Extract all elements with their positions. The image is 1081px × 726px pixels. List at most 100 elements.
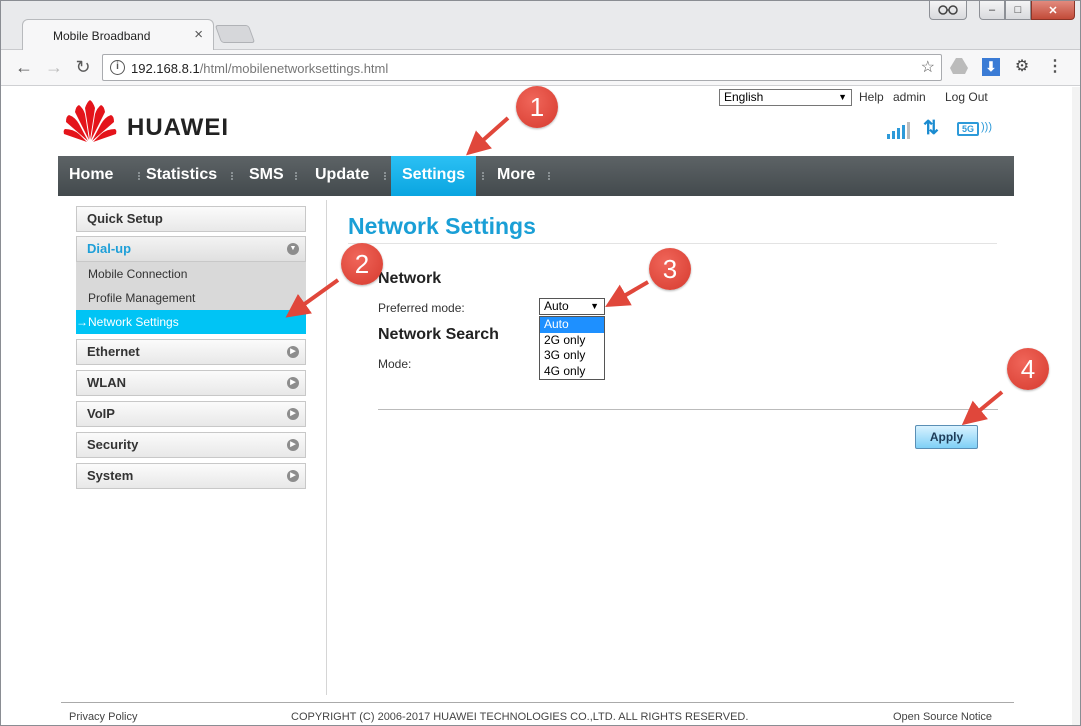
- browser-tabstrip: Mobile Broadband × – □ ✕: [0, 0, 1081, 50]
- nav-update[interactable]: Update: [315, 156, 369, 196]
- url-text: 192.168.8.1/html/mobilenetworksettings.h…: [131, 61, 388, 76]
- nav-separator: [548, 172, 550, 180]
- sidebar-item-label: System: [87, 468, 134, 483]
- nav-more[interactable]: More: [497, 156, 535, 196]
- sidebar-item-label: Dial-up: [87, 241, 132, 256]
- close-window-button[interactable]: ✕: [1031, 0, 1075, 20]
- nav-home[interactable]: Home: [69, 156, 113, 196]
- maximize-button[interactable]: □: [1005, 0, 1031, 20]
- forward-button[interactable]: →: [43, 56, 65, 78]
- 5g-network-icon: 5G: [957, 122, 979, 136]
- dialup-submenu: Mobile Connection Profile Management →Ne…: [76, 262, 306, 334]
- nav-sms[interactable]: SMS: [249, 156, 284, 196]
- tab-close-icon[interactable]: ×: [194, 26, 203, 43]
- sidebar-item-label: VoIP: [87, 406, 115, 421]
- chevron-right-icon: ▶: [287, 408, 299, 420]
- sidebar-item-label: Ethernet: [87, 344, 140, 359]
- minimize-button[interactable]: –: [979, 0, 1005, 20]
- mode-option-auto[interactable]: Auto: [540, 317, 604, 333]
- preferred-mode-dropdown: Auto 2G only 3G only 4G only: [539, 316, 605, 380]
- sidebar-item-wlan[interactable]: WLAN ▶: [76, 370, 306, 396]
- browser-toolbar: ← → ↻ i 192.168.8.1/html/mobilenetworkse…: [1, 50, 1080, 86]
- preferred-mode-label: Preferred mode:: [378, 301, 465, 315]
- logout-link[interactable]: Log Out: [945, 90, 988, 104]
- page-title: Network Settings: [348, 213, 536, 239]
- url-path: /html/mobilenetworksettings.html: [199, 61, 389, 76]
- sidebar-divider: [326, 200, 327, 695]
- annotation-badge-2: 2: [341, 243, 383, 285]
- sidebar-item-voip[interactable]: VoIP ▶: [76, 401, 306, 427]
- bookmark-star-icon[interactable]: ☆: [921, 57, 935, 77]
- mode-option-2g[interactable]: 2G only: [540, 333, 604, 349]
- network-heading: Network: [378, 270, 442, 287]
- settings-extension-icon[interactable]: ⚙: [1013, 58, 1031, 76]
- nav-separator: [384, 172, 386, 180]
- mode-option-4g[interactable]: 4G only: [540, 364, 604, 380]
- sidebar-item-quick-setup[interactable]: Quick Setup: [76, 206, 306, 232]
- sidebar-item-profile-management[interactable]: Profile Management: [76, 286, 306, 310]
- mode-option-3g[interactable]: 3G only: [540, 348, 604, 364]
- arrow-right-icon: →: [76, 315, 88, 329]
- language-select[interactable]: English ▼: [719, 89, 852, 106]
- mode-label: Mode:: [378, 357, 412, 371]
- preferred-mode-select[interactable]: Auto ▼: [539, 298, 605, 315]
- title-divider: [348, 243, 997, 244]
- wifi-wave-icon: ))): [981, 121, 992, 133]
- apply-button[interactable]: Apply: [915, 425, 978, 449]
- browser-menu-icon[interactable]: ⋮: [1046, 58, 1064, 76]
- preferred-mode-value: Auto: [544, 299, 569, 313]
- chevron-down-icon: ▼: [590, 301, 599, 311]
- brand-name: HUAWEI: [127, 114, 229, 141]
- help-link[interactable]: Help: [859, 90, 884, 104]
- nav-separator: [295, 172, 297, 180]
- language-value: English: [724, 90, 764, 104]
- sidebar-item-mobile-connection[interactable]: Mobile Connection: [76, 262, 306, 286]
- tab-title: Mobile Broadband: [53, 29, 151, 43]
- sidebar-item-label: WLAN: [87, 375, 126, 390]
- copyright-text: COPYRIGHT (C) 2006-2017 HUAWEI TECHNOLOG…: [291, 711, 749, 723]
- footer-divider: [61, 702, 1014, 703]
- info-icon[interactable]: i: [110, 60, 125, 75]
- download-extension-icon[interactable]: ⬇: [982, 58, 1000, 76]
- url-host: 192.168.8.1: [131, 61, 200, 76]
- nav-statistics[interactable]: Statistics: [146, 156, 217, 196]
- nav-separator: [482, 172, 484, 180]
- sidebar-item-dialup[interactable]: Dial-up ▼: [76, 236, 306, 262]
- content-divider: [378, 409, 998, 410]
- sidebar-item-label: Quick Setup: [87, 211, 163, 226]
- main-nav: Home Statistics SMS Update Settings More: [58, 156, 1014, 196]
- sidebar-item-ethernet[interactable]: Ethernet ▶: [76, 339, 306, 365]
- chevron-down-icon: ▼: [838, 92, 847, 102]
- chevron-right-icon: ▶: [287, 470, 299, 482]
- chevron-right-icon: ▶: [287, 439, 299, 451]
- signal-strength-icon: [887, 122, 910, 139]
- data-transfer-icon: ⇅: [923, 118, 939, 139]
- sidebar-item-security[interactable]: Security ▶: [76, 432, 306, 458]
- reload-button[interactable]: ↻: [72, 56, 94, 78]
- sidebar-item-system[interactable]: System ▶: [76, 463, 306, 489]
- annotation-badge-1: 1: [516, 86, 558, 128]
- nav-separator: [138, 172, 140, 180]
- profile-icon[interactable]: [929, 0, 967, 20]
- chevron-right-icon: ▶: [287, 377, 299, 389]
- chevron-right-icon: ▶: [287, 346, 299, 358]
- user-name: admin: [893, 90, 926, 104]
- huawei-logo: HUAWEI: [63, 100, 243, 144]
- drive-extension-icon[interactable]: [950, 58, 968, 76]
- back-button[interactable]: ←: [13, 56, 35, 78]
- nav-separator: [231, 172, 233, 180]
- browser-tab[interactable]: Mobile Broadband ×: [22, 19, 214, 50]
- privacy-policy-link[interactable]: Privacy Policy: [69, 711, 137, 723]
- sidebar-item-network-settings[interactable]: →Network Settings: [76, 310, 306, 334]
- sidebar-item-label: Security: [87, 437, 139, 452]
- sidebar-item-label: Network Settings: [88, 315, 179, 329]
- address-bar[interactable]: i 192.168.8.1/html/mobilenetworksettings…: [102, 54, 942, 81]
- new-tab-button[interactable]: [214, 25, 256, 43]
- nav-settings[interactable]: Settings: [391, 156, 477, 196]
- chevron-down-icon: ▼: [287, 243, 299, 255]
- page-scrollbar[interactable]: [1072, 87, 1080, 725]
- window-controls: – □ ✕: [929, 0, 1075, 20]
- network-search-heading: Network Search: [378, 326, 499, 343]
- open-source-link[interactable]: Open Source Notice: [893, 711, 992, 723]
- annotation-badge-4: 4: [1007, 348, 1049, 390]
